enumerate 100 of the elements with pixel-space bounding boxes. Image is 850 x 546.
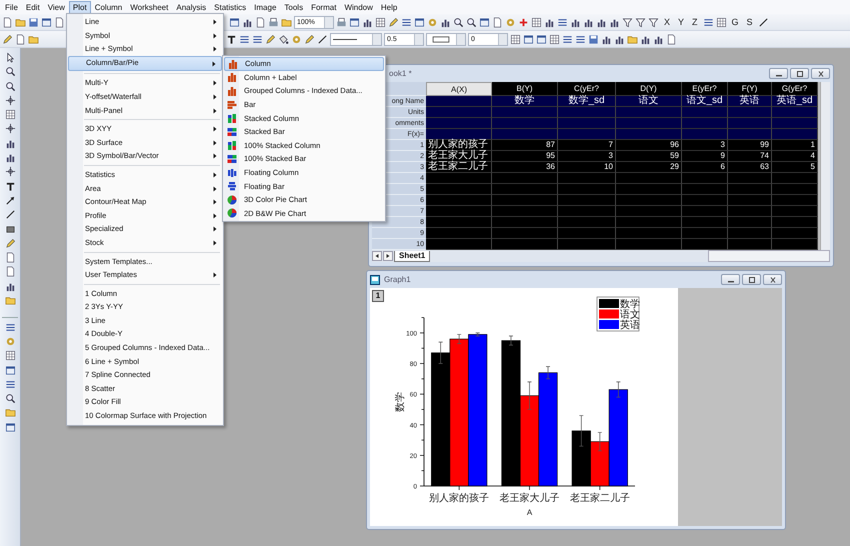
table-cell <box>728 206 772 217</box>
minimize-button[interactable] <box>721 274 740 285</box>
filter-icon[interactable] <box>648 16 659 28</box>
printer-icon[interactable] <box>336 16 347 28</box>
scroll-right-button[interactable] <box>383 251 393 261</box>
close-button[interactable] <box>811 68 830 79</box>
table-icon[interactable] <box>229 16 240 28</box>
folder-icon[interactable] <box>4 295 16 306</box>
table-cell <box>772 206 818 217</box>
table-cell <box>728 118 772 129</box>
column-header[interactable]: E(yEr? <box>682 82 728 96</box>
text-tool-icon[interactable] <box>4 180 16 192</box>
submenu-arrow-icon <box>213 240 217 246</box>
column-header[interactable]: D(Y) <box>616 82 682 96</box>
table-cell <box>558 206 616 217</box>
table-cell: 语文_sd <box>682 96 728 107</box>
paint-bucket-icon[interactable] <box>278 34 289 44</box>
menu-item[interactable]: Analysis <box>172 0 210 14</box>
table-cell <box>426 228 492 239</box>
table-cell: 3 <box>558 151 616 162</box>
printer-icon[interactable] <box>268 16 279 28</box>
table-cell <box>616 129 682 140</box>
pen-icon[interactable] <box>304 34 315 44</box>
pen-icon[interactable] <box>265 34 276 44</box>
menu-item[interactable]: Help <box>376 0 402 14</box>
table-cell: 74 <box>728 151 772 162</box>
line-style-dropdown[interactable] <box>330 32 382 46</box>
menu-item[interactable]: Format <box>307 0 340 14</box>
close-button[interactable] <box>763 274 782 285</box>
pen-icon[interactable] <box>2 34 13 44</box>
table-cell: 87 <box>492 140 558 151</box>
scrollbar[interactable] <box>708 250 830 262</box>
bar-chart-icon[interactable] <box>4 152 16 164</box>
menu-item[interactable]: Plot <box>68 0 91 14</box>
axis-button[interactable]: Y <box>675 16 688 28</box>
menu-item[interactable]: Tools <box>280 0 308 14</box>
sheet-tab[interactable]: Sheet1 <box>394 250 430 262</box>
table-icon[interactable] <box>523 34 534 44</box>
column-header[interactable]: B(Y) <box>492 82 558 96</box>
menu-item[interactable]: Worksheet <box>126 0 172 14</box>
stacked-column-icon <box>227 140 237 150</box>
pen-icon[interactable] <box>4 238 16 249</box>
grid-icon[interactable] <box>4 350 16 362</box>
column-header[interactable]: C(yEr? <box>558 82 616 96</box>
table-cell <box>682 239 728 250</box>
menu-item[interactable]: Image <box>250 0 280 14</box>
menu-item[interactable]: Column <box>90 0 126 14</box>
scroll-left-button[interactable] <box>372 251 382 261</box>
grid-icon[interactable] <box>531 16 542 28</box>
menu-item[interactable]: View <box>44 0 69 14</box>
text-tool-icon[interactable] <box>226 34 237 44</box>
document-icon[interactable] <box>15 34 26 44</box>
y-axis-title: 数学 <box>395 392 406 412</box>
grid-icon[interactable] <box>549 34 560 44</box>
axis-button[interactable]: X <box>661 16 674 28</box>
grid-icon[interactable] <box>716 16 727 28</box>
table-icon[interactable] <box>349 16 360 28</box>
pen-icon[interactable] <box>388 16 399 28</box>
document-icon[interactable] <box>4 266 16 278</box>
grid-icon[interactable] <box>4 109 16 120</box>
table-icon[interactable] <box>4 422 16 433</box>
document-icon[interactable] <box>255 16 266 28</box>
menu-item[interactable]: File <box>1 0 22 14</box>
scrollbar[interactable] <box>820 82 830 250</box>
document-icon[interactable] <box>666 34 677 44</box>
table-icon[interactable] <box>536 34 547 44</box>
document-icon[interactable] <box>54 16 65 28</box>
menu-item[interactable]: Statistics <box>210 0 250 14</box>
column-header[interactable]: F(Y) <box>728 82 772 96</box>
window-title: Graph1 <box>384 275 411 284</box>
document-icon[interactable] <box>4 252 16 264</box>
column-header[interactable]: G(yEr? <box>772 82 818 96</box>
table-cell: 10 <box>558 162 616 173</box>
filter-icon[interactable] <box>635 16 646 28</box>
layer-tab[interactable]: 1 <box>372 290 384 302</box>
grid-icon[interactable] <box>375 16 386 28</box>
table-cell: 29 <box>616 162 682 173</box>
table-cell <box>728 217 772 228</box>
table-icon[interactable] <box>479 16 490 28</box>
minimize-button[interactable] <box>769 68 788 79</box>
table-cell: 1 <box>772 140 818 151</box>
axis-button[interactable]: Z <box>689 16 701 28</box>
border-dropdown[interactable] <box>426 32 466 46</box>
table-cell <box>558 107 616 118</box>
table-cell <box>492 118 558 129</box>
toolbar-button[interactable]: S <box>744 16 756 28</box>
filter-icon[interactable] <box>622 16 633 28</box>
table-cell: 4 <box>772 151 818 162</box>
table-icon[interactable] <box>4 364 16 376</box>
table-icon[interactable] <box>41 16 52 28</box>
grid-icon[interactable] <box>510 34 521 44</box>
document-icon[interactable] <box>492 16 503 28</box>
column-header[interactable]: A(X) <box>426 82 492 96</box>
maximize-button[interactable] <box>742 274 761 285</box>
table-icon[interactable] <box>414 16 425 28</box>
menu-item[interactable]: Edit <box>22 0 44 14</box>
toolbar-button[interactable]: G <box>728 16 742 28</box>
maximize-button[interactable] <box>790 68 809 79</box>
menu-item[interactable]: Window <box>340 0 377 14</box>
document-icon[interactable] <box>2 16 13 28</box>
